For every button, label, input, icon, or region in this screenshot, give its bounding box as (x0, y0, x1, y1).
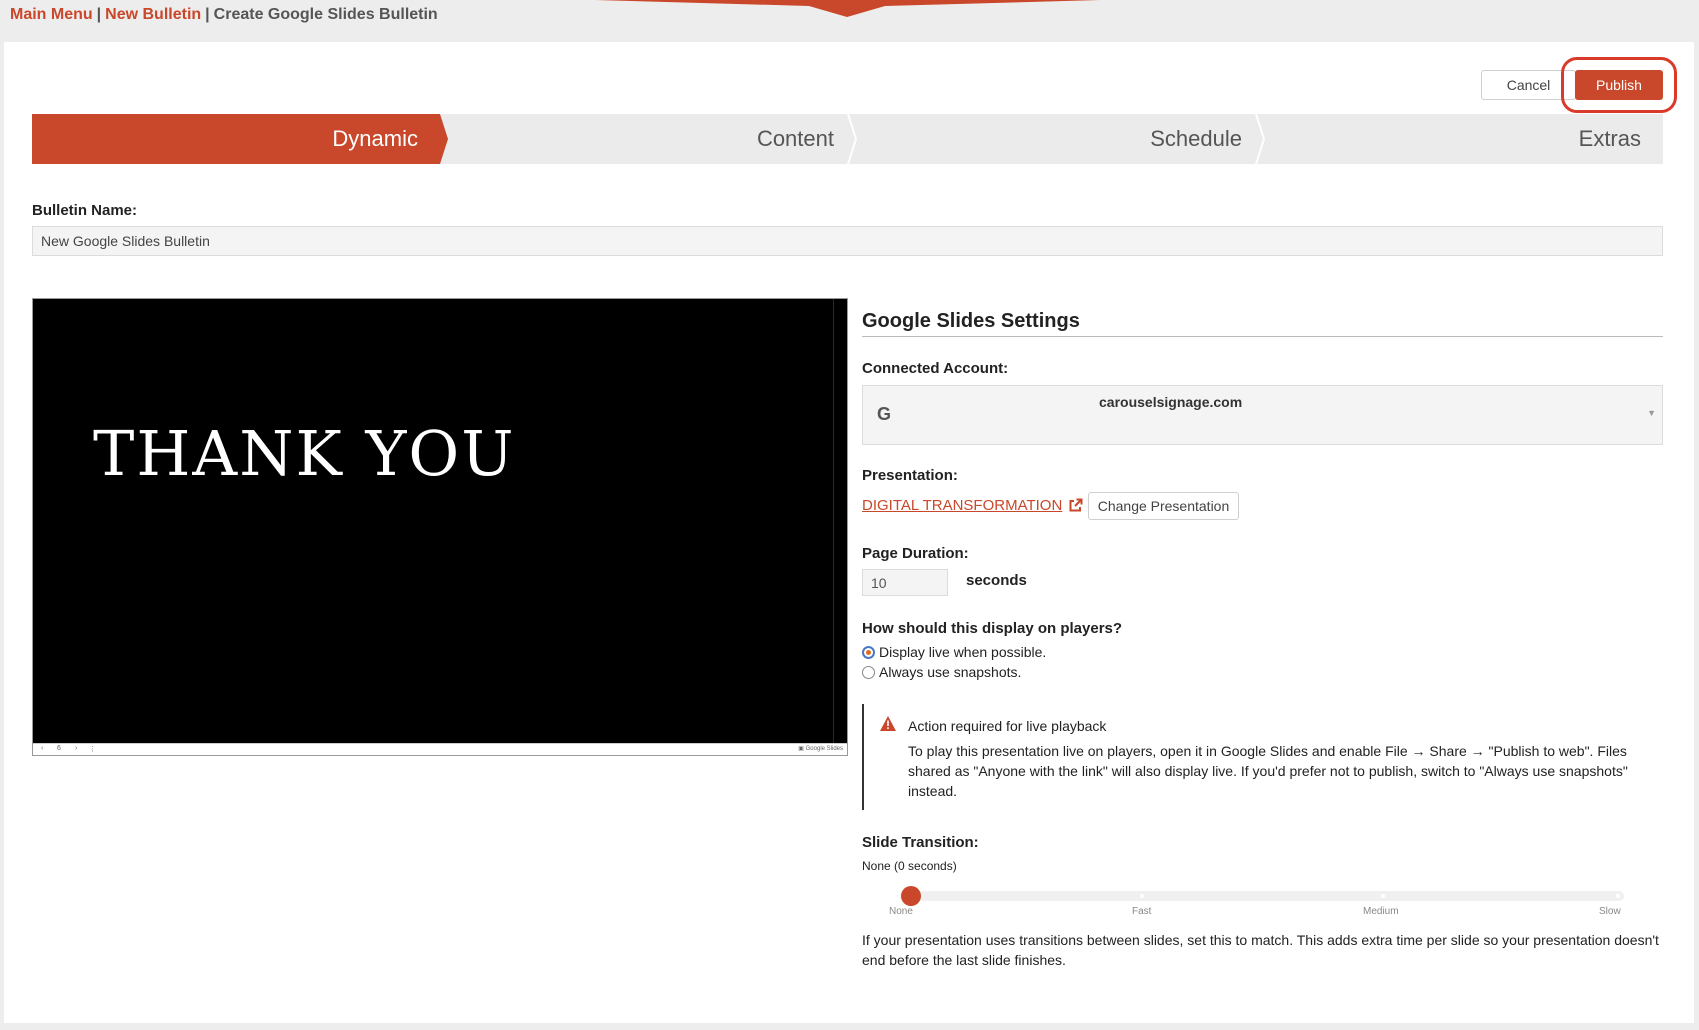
bulletin-name-label: Bulletin Name: (32, 202, 138, 219)
change-presentation-button[interactable]: Change Presentation (1088, 492, 1239, 520)
step-schedule[interactable]: Schedule (856, 114, 1264, 164)
prev-slide-icon[interactable]: ‹ (41, 745, 43, 752)
step-extras[interactable]: Extras (1264, 114, 1663, 164)
step-dynamic[interactable]: Dynamic (32, 114, 440, 164)
connected-account-select[interactable]: G carouselsignage.com ▼ (862, 385, 1663, 445)
step-label: Dynamic (332, 126, 418, 151)
step-label: Content (756, 126, 834, 151)
page-duration-label: Page Duration: (862, 545, 969, 562)
page-duration-input[interactable] (862, 569, 948, 596)
transition-help-text: If your presentation uses transitions be… (862, 932, 1659, 968)
slider-step[interactable] (1616, 894, 1620, 898)
slide-transition-label: Slide Transition: (862, 834, 979, 851)
slide-transition-value: None (0 seconds) (862, 859, 957, 873)
google-slides-brand-label: Google Slides (805, 746, 843, 752)
display-live-option[interactable]: Display live when possible. (862, 644, 1046, 660)
next-slide-icon[interactable]: › (75, 745, 77, 752)
breadcrumb-separator: | (205, 6, 210, 23)
warning-icon (880, 716, 896, 731)
external-link-icon (1069, 498, 1083, 512)
display-mode-question: How should this display on players? (862, 620, 1123, 637)
wizard-steps: Dynamic Content Schedule Extras (32, 114, 1663, 164)
transition-slider[interactable] (900, 886, 1624, 906)
radio-unselected[interactable] (862, 665, 875, 679)
google-icon: G (877, 404, 892, 424)
tick-none: None (889, 906, 913, 917)
more-options-icon[interactable]: ⋮ (89, 745, 96, 753)
tick-slow: Slow (1599, 906, 1621, 917)
use-snapshots-label: Always use snapshots. (879, 664, 1022, 680)
step-content[interactable]: Content (448, 114, 856, 164)
slider-thumb[interactable] (901, 886, 921, 906)
presentation-name: DIGITAL TRANSFORMATION (862, 497, 1063, 514)
page-number: 6 (57, 745, 61, 752)
step-label: Schedule (1150, 126, 1242, 151)
top-bar: Main Menu | New Bulletin | Create Google Sli… (0, 0, 1699, 42)
use-snapshots-option[interactable]: Always use snapshots. (862, 664, 1021, 680)
live-playback-alert: Action required for live playback To pla… (862, 704, 1663, 810)
seconds-label: seconds (966, 572, 1027, 589)
tick-medium: Medium (1363, 906, 1399, 917)
publish-button[interactable]: Publish (1575, 70, 1663, 100)
slider-track[interactable] (900, 891, 1624, 901)
breadcrumb-current: Create Google Slides Bulletin (213, 6, 438, 23)
google-slides-brand: ▣ Google Slides (798, 746, 843, 752)
slider-step[interactable] (1381, 894, 1385, 898)
alert-title: Action required for live playback (908, 718, 1107, 734)
breadcrumb-new-bulletin[interactable]: New Bulletin (105, 6, 201, 23)
step-label: Extras (1578, 126, 1641, 151)
bulletin-name-input[interactable] (32, 226, 1663, 256)
slide-preview[interactable]: THANK YOU ‹ 6 › ⋮ ▣ Google Slides (32, 298, 848, 756)
chevron-down-icon: ▼ (1647, 408, 1656, 418)
tick-fast: Fast (1132, 906, 1152, 917)
connected-account-value: carouselsignage.com (1099, 394, 1243, 410)
slider-step[interactable] (1140, 894, 1144, 898)
settings-title: Google Slides Settings (862, 310, 1080, 332)
display-live-label: Display live when possible. (879, 644, 1047, 660)
slide-text: THANK YOU (93, 417, 516, 490)
connected-account-label: Connected Account: (862, 360, 1009, 377)
breadcrumb-main-menu[interactable]: Main Menu (10, 6, 93, 23)
settings-divider (862, 336, 1663, 337)
breadcrumb-separator: | (96, 6, 102, 23)
breadcrumb: Main Menu | New Bulletin | Create Google Sli… (10, 6, 438, 24)
presentation-link[interactable]: DIGITAL TRANSFORMATION (862, 497, 1083, 514)
alert-body: To play this presentation live on player… (908, 743, 1628, 799)
presentation-label: Presentation: (862, 467, 958, 484)
preview-divider (833, 299, 834, 745)
preview-controls: ‹ 6 › ⋮ ▣ Google Slides (33, 743, 847, 755)
radio-selected[interactable] (862, 645, 875, 659)
header-notch (595, 0, 1100, 17)
